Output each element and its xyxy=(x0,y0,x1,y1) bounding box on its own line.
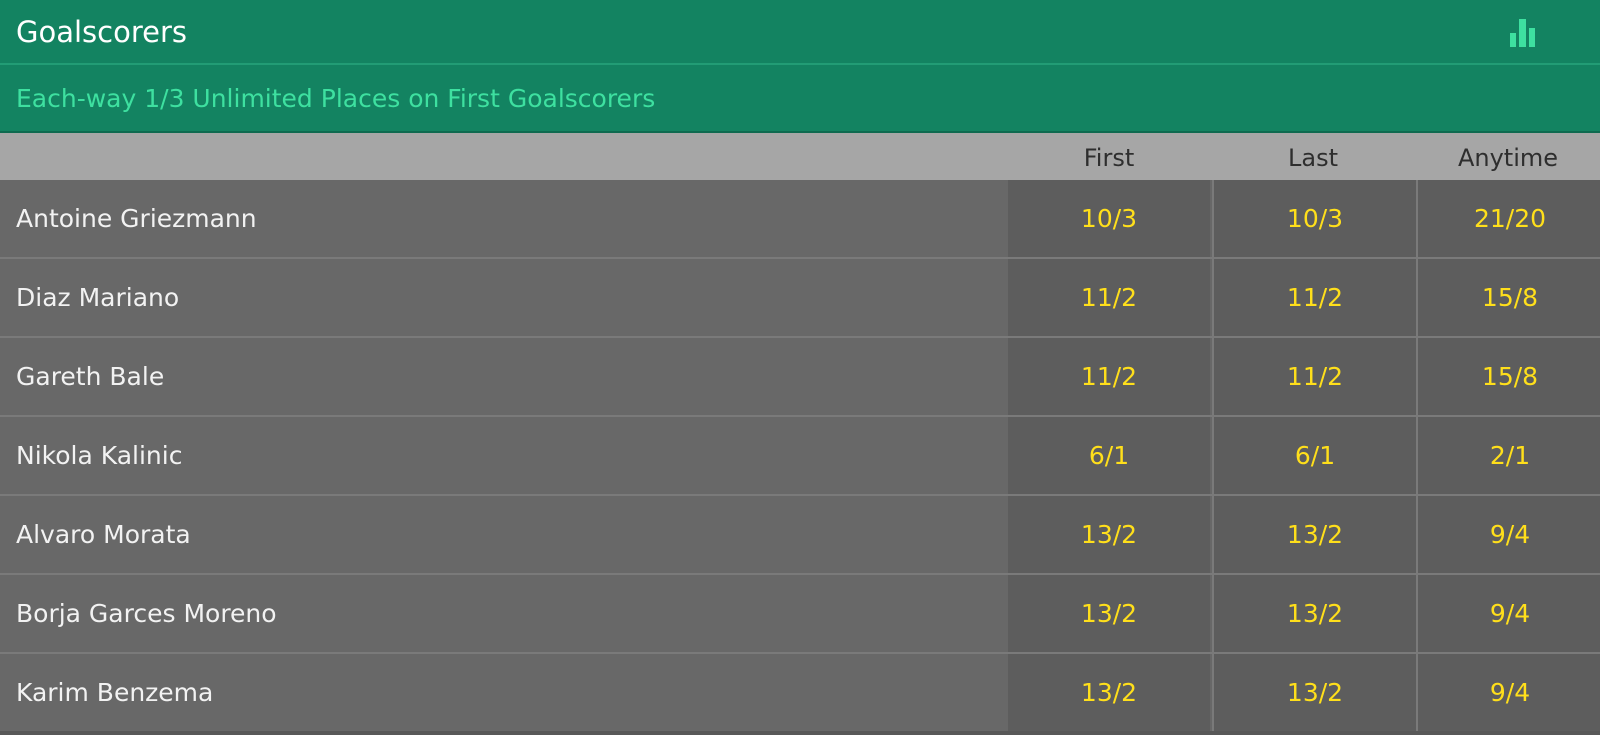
player-name: Borja Garces Moreno xyxy=(16,599,277,628)
odds-anytime-button[interactable]: 15/8 xyxy=(1416,259,1600,336)
odds-first-button[interactable]: 13/2 xyxy=(1008,496,1210,573)
player-name: Nikola Kalinic xyxy=(16,441,183,470)
odds-anytime-button[interactable]: 9/4 xyxy=(1416,654,1600,731)
goalscorer-row: Antoine Griezmann 10/3 10/3 21/20 xyxy=(0,180,1600,259)
odds-anytime-button[interactable]: 15/8 xyxy=(1416,338,1600,415)
odds-last-button[interactable]: 6/1 xyxy=(1212,417,1416,494)
bar-chart-icon[interactable] xyxy=(1508,19,1538,47)
player-name: Alvaro Morata xyxy=(16,520,191,549)
player-name: Diaz Mariano xyxy=(16,283,180,312)
goalscorer-row: Gareth Bale 11/2 11/2 15/8 xyxy=(0,338,1600,417)
odds-first-button[interactable]: 11/2 xyxy=(1008,259,1210,336)
player-name: Karim Benzema xyxy=(16,678,214,707)
goalscorer-row: Borja Garces Moreno 13/2 13/2 9/4 xyxy=(0,575,1600,654)
each-way-banner: Each-way 1/3 Unlimited Places on First G… xyxy=(0,65,1600,133)
each-way-terms: Each-way 1/3 Unlimited Places on First G… xyxy=(16,84,656,113)
odds-last-button[interactable]: 11/2 xyxy=(1212,338,1416,415)
column-header-anytime: Anytime xyxy=(1457,144,1559,172)
odds-last-button[interactable]: 13/2 xyxy=(1212,654,1416,731)
odds-anytime-button[interactable]: 2/1 xyxy=(1416,417,1600,494)
odds-first-button[interactable]: 10/3 xyxy=(1008,180,1210,257)
column-headers: First Last Anytime xyxy=(0,133,1600,180)
goalscorer-row: Nikola Kalinic 6/1 6/1 2/1 xyxy=(0,417,1600,496)
odds-last-button[interactable]: 10/3 xyxy=(1212,180,1416,257)
odds-anytime-button[interactable]: 9/4 xyxy=(1416,496,1600,573)
market-title: Goalscorers xyxy=(16,15,187,49)
market-header: Goalscorers xyxy=(0,0,1600,65)
player-name: Gareth Bale xyxy=(16,362,165,391)
odds-anytime-button[interactable]: 21/20 xyxy=(1416,180,1600,257)
odds-first-button[interactable]: 6/1 xyxy=(1008,417,1210,494)
odds-first-button[interactable]: 13/2 xyxy=(1008,654,1210,731)
odds-first-button[interactable]: 13/2 xyxy=(1008,575,1210,652)
goalscorer-row: Diaz Mariano 11/2 11/2 15/8 xyxy=(0,259,1600,338)
goalscorer-row: Alvaro Morata 13/2 13/2 9/4 xyxy=(0,496,1600,575)
column-header-first: First xyxy=(1083,144,1135,172)
odds-last-button[interactable]: 13/2 xyxy=(1212,575,1416,652)
goalscorer-row: Karim Benzema 13/2 13/2 9/4 xyxy=(0,654,1600,731)
odds-last-button[interactable]: 11/2 xyxy=(1212,259,1416,336)
odds-first-button[interactable]: 11/2 xyxy=(1008,338,1210,415)
player-name: Antoine Griezmann xyxy=(16,204,257,233)
column-header-last: Last xyxy=(1288,144,1338,172)
odds-last-button[interactable]: 13/2 xyxy=(1212,496,1416,573)
goalscorer-list: Antoine Griezmann 10/3 10/3 21/20 Diaz M… xyxy=(0,180,1600,731)
odds-anytime-button[interactable]: 9/4 xyxy=(1416,575,1600,652)
